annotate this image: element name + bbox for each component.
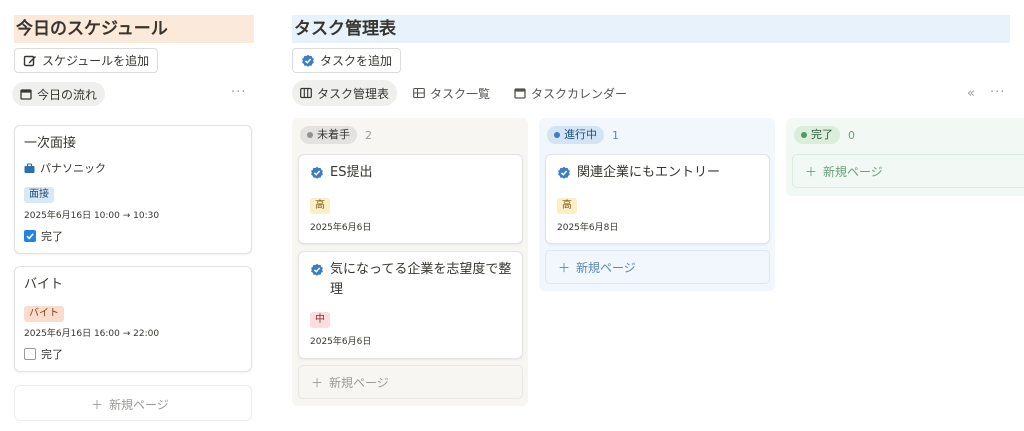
column-in-progress-header: 進行中 1 xyxy=(547,126,619,144)
view-tabs: タスク管理表 タスク一覧 タスクカレンダー xyxy=(292,80,635,106)
task-date: 2025年6月8日 xyxy=(557,223,619,233)
status-label: 完了 xyxy=(811,128,833,141)
edit-icon xyxy=(23,54,37,68)
priority-tag: 中 xyxy=(310,312,330,328)
task-card-title-row: 気になってる企業を志望度で整理 xyxy=(310,260,515,300)
new-page-label: 新規ページ xyxy=(823,164,883,179)
tag-baito: バイト xyxy=(24,306,64,322)
checkbox-unchecked-icon[interactable] xyxy=(24,348,36,360)
view-label: 今日の流れ xyxy=(37,87,98,102)
column-count: 1 xyxy=(612,128,619,142)
tag-interview: 面接 xyxy=(24,187,54,203)
task-card-title: 気になってる企業を志望度で整理 xyxy=(330,262,512,297)
status-badge: 未着手 xyxy=(300,126,357,144)
verified-check-icon xyxy=(310,166,324,180)
status-badge: 完了 xyxy=(794,126,840,144)
status-dot-icon xyxy=(307,132,313,138)
priority-tag: 高 xyxy=(310,198,330,214)
in-progress-new-page-button[interactable]: ＋ 新規ページ xyxy=(545,250,770,284)
plus-icon: ＋ xyxy=(91,398,104,412)
done-label: 完了 xyxy=(41,348,63,361)
calendar-icon xyxy=(20,88,32,100)
tab-label: タスク一覧 xyxy=(430,86,491,101)
column-todo-header: 未着手 2 xyxy=(300,126,372,144)
new-page-label: 新規ページ xyxy=(329,375,389,390)
task-card[interactable]: 関連企業にもエントリー 高 2025年6月8日 xyxy=(545,154,770,244)
todo-new-page-button[interactable]: ＋ 新規ページ xyxy=(298,365,523,399)
new-page-content: ＋ 新規ページ xyxy=(91,396,169,413)
status-dot-icon xyxy=(801,132,807,138)
table-icon xyxy=(413,87,425,99)
task-card-title-row: ES提出 xyxy=(310,163,372,183)
task-card-title: 関連企業にもエントリー xyxy=(577,165,721,180)
column-count: 2 xyxy=(365,128,372,142)
verified-check-icon xyxy=(301,54,315,68)
status-badge: 進行中 xyxy=(547,126,604,144)
add-schedule-button[interactable]: スケジュールを追加 xyxy=(14,48,159,73)
done-checkbox-row[interactable]: 完了 xyxy=(24,346,63,362)
tab-task-list[interactable]: タスク一覧 xyxy=(405,80,498,106)
task-date: 2025年6月6日 xyxy=(310,337,372,347)
task-title: タスク管理表 xyxy=(292,15,1010,43)
schedule-datetime: 2025年6月16日 10:00 → 10:30 xyxy=(24,211,160,221)
schedule-new-page-button[interactable]: ＋ 新規ページ xyxy=(14,385,252,421)
schedule-more-button[interactable]: ··· xyxy=(231,85,246,100)
new-page-label: 新規ページ xyxy=(576,260,636,275)
view-today-flow[interactable]: 今日の流れ xyxy=(12,82,106,106)
done-new-page-button[interactable]: ＋ 新規ページ xyxy=(792,154,1024,188)
checkbox-checked-icon[interactable] xyxy=(24,230,36,242)
schedule-datetime: 2025年6月16日 16:00 → 22:00 xyxy=(24,329,160,339)
tab-label: タスク管理表 xyxy=(317,86,390,101)
company-row: パナソニック xyxy=(24,160,106,176)
column-done-header: 完了 0 xyxy=(794,126,855,144)
plus-icon: ＋ xyxy=(311,375,324,390)
column-count: 0 xyxy=(848,128,855,142)
calendar-icon xyxy=(514,87,526,99)
task-card[interactable]: ES提出 高 2025年6月6日 xyxy=(298,154,523,244)
schedule-title: 今日のスケジュール xyxy=(14,15,254,43)
add-task-label: タスクを追加 xyxy=(320,54,393,68)
schedule-card-title: 一次面接 xyxy=(24,136,77,151)
done-checkbox-row[interactable]: 完了 xyxy=(24,228,63,244)
verified-check-icon xyxy=(557,166,571,180)
status-label: 進行中 xyxy=(564,128,597,141)
schedule-section: 今日のスケジュール xyxy=(14,15,254,43)
status-label: 未着手 xyxy=(317,128,350,141)
plus-icon: ＋ xyxy=(805,164,818,179)
tab-label: タスクカレンダー xyxy=(531,86,628,101)
status-dot-icon xyxy=(554,132,560,138)
task-date: 2025年6月6日 xyxy=(310,223,372,233)
add-task-button[interactable]: タスクを追加 xyxy=(292,48,402,73)
task-card[interactable]: 気になってる企業を志望度で整理 中 2025年6月6日 xyxy=(298,251,523,359)
new-page-label: 新規ページ xyxy=(109,398,169,412)
priority-tag: 高 xyxy=(557,198,577,214)
tab-task-calendar[interactable]: タスクカレンダー xyxy=(506,80,635,106)
task-card-title: ES提出 xyxy=(330,165,373,180)
done-label: 完了 xyxy=(41,230,63,243)
task-card-title-row: 関連企業にもエントリー xyxy=(557,163,720,183)
schedule-card[interactable]: 一次面接 パナソニック 面接 2025年6月16日 10:00 → 10:30 … xyxy=(14,125,252,254)
collapse-button[interactable]: « xyxy=(967,86,976,101)
add-schedule-label: スケジュールを追加 xyxy=(42,54,150,68)
schedule-card[interactable]: バイト バイト 2025年6月16日 16:00 → 22:00 完了 xyxy=(14,266,252,372)
plus-icon: ＋ xyxy=(558,260,571,275)
board-icon xyxy=(300,87,312,99)
schedule-card-title: バイト xyxy=(24,277,64,292)
tab-task-board[interactable]: タスク管理表 xyxy=(292,80,398,106)
verified-check-icon xyxy=(310,263,324,277)
task-section: タスク管理表 xyxy=(292,15,1024,43)
task-more-button[interactable]: ··· xyxy=(990,85,1005,100)
briefcase-icon xyxy=(24,162,35,174)
company-name: パナソニック xyxy=(40,162,106,175)
